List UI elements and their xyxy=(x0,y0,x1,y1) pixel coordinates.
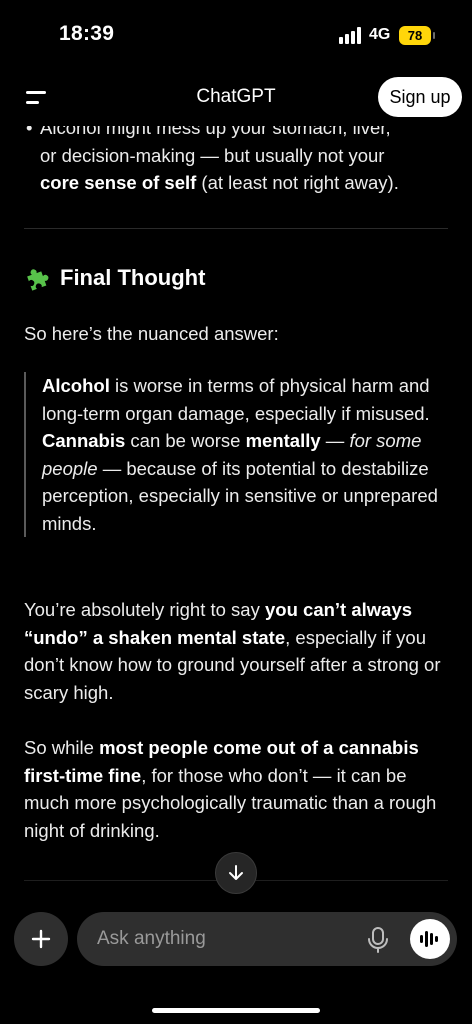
heading-text: Final Thought xyxy=(60,265,206,290)
voice-wave-icon xyxy=(420,931,438,947)
bullet-dot: • xyxy=(26,126,33,138)
composer xyxy=(77,912,457,966)
cannabis-bold: Cannabis xyxy=(42,430,126,451)
mentally-bold: mentally xyxy=(245,430,321,451)
battery-level: 78 xyxy=(407,28,423,43)
bullet-rest: (at least not right away). xyxy=(196,172,399,193)
battery-icon: 78 xyxy=(399,26,435,45)
plus-icon xyxy=(31,929,51,949)
puzzle-icon xyxy=(27,269,49,291)
alcohol-bold: Alcohol xyxy=(42,375,110,396)
network-type: 4G xyxy=(369,26,391,43)
message-input[interactable] xyxy=(97,912,347,966)
cannabis-text-2: — because of its potential to destabiliz… xyxy=(42,457,438,534)
bullet-line-2: or decision-making — but usually not you… xyxy=(40,144,385,166)
intro-paragraph: So here’s the nuanced answer: xyxy=(24,320,444,348)
sign-up-button[interactable]: Sign up xyxy=(378,77,462,117)
arrow-down-icon xyxy=(229,865,243,880)
signal-icon xyxy=(339,27,363,44)
scroll-down-button[interactable] xyxy=(215,852,257,894)
attach-button[interactable] xyxy=(14,912,68,966)
voice-mode-button[interactable] xyxy=(410,919,450,959)
p2-text-1: So while xyxy=(24,737,100,758)
blockquote: Alcohol is worse in terms of physical ha… xyxy=(24,372,448,537)
status-time: 18:39 xyxy=(59,22,115,45)
app-header: ChatGPT Sign up xyxy=(0,70,472,126)
dash-1: — xyxy=(320,430,350,451)
status-bar: 18:39 4G 78 xyxy=(0,0,472,70)
section-divider xyxy=(24,228,448,229)
p1-text-1: You’re absolutely right to say xyxy=(24,599,265,620)
assistant-message: • Alcohol might mess up your stomach, li… xyxy=(0,126,472,876)
intro-text: So here’s the nuanced answer: xyxy=(24,323,279,344)
mic-icon[interactable] xyxy=(365,926,391,954)
home-indicator xyxy=(152,1008,320,1013)
chat-screen: 18:39 4G 78 ChatGPT Sign up • Alcohol mi… xyxy=(0,0,472,1024)
cannabis-text-1: can be worse xyxy=(125,430,246,451)
section-heading: Final Thought xyxy=(24,264,205,292)
paragraph-2: So while most people come out of a canna… xyxy=(24,734,444,844)
paragraph-1: You’re absolutely right to say you can’t… xyxy=(24,596,444,706)
bullet-bold: core sense of self xyxy=(40,172,197,193)
bullet-line-1: Alcohol might mess up your stomach, live… xyxy=(40,126,391,138)
list-item: • Alcohol might mess up your stomach, li… xyxy=(24,126,444,197)
